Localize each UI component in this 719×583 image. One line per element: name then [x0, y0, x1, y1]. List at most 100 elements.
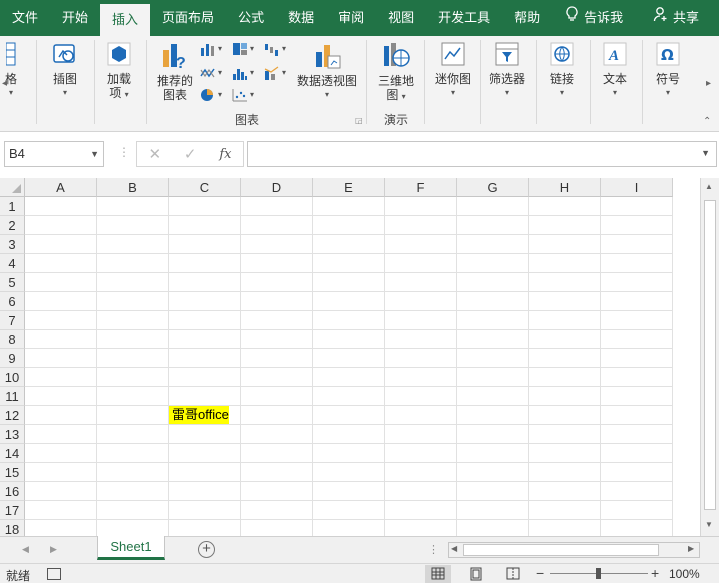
scroll-right-icon[interactable]: ▶: [688, 544, 694, 553]
tab-developer[interactable]: 开发工具: [426, 0, 502, 36]
tables-button[interactable]: 格 ▾: [0, 40, 22, 100]
cell-E18[interactable]: [313, 520, 385, 536]
cell-E16[interactable]: [313, 482, 385, 501]
cell-I1[interactable]: [601, 197, 673, 216]
cell-H10[interactable]: [529, 368, 601, 387]
cell-D1[interactable]: [241, 197, 313, 216]
pie-chart-icon[interactable]: [200, 88, 216, 102]
cell-C17[interactable]: [169, 501, 241, 520]
tab-home[interactable]: 开始: [50, 0, 100, 36]
cell-F7[interactable]: [385, 311, 457, 330]
row-header[interactable]: 11: [0, 387, 25, 406]
tab-page-layout[interactable]: 页面布局: [150, 0, 226, 36]
cell-A2[interactable]: [25, 216, 97, 235]
cell-A15[interactable]: [25, 463, 97, 482]
vertical-scrollbar[interactable]: ▲ ▼: [700, 178, 719, 536]
cell-A6[interactable]: [25, 292, 97, 311]
zoom-slider-thumb[interactable]: [596, 568, 601, 579]
row-header[interactable]: 1: [0, 197, 25, 216]
cell-B3[interactable]: [97, 235, 169, 254]
waterfall-chart-icon[interactable]: [264, 42, 280, 56]
cell-D13[interactable]: [241, 425, 313, 444]
column-header[interactable]: I: [601, 178, 673, 197]
cell-G7[interactable]: [457, 311, 529, 330]
cell-F3[interactable]: [385, 235, 457, 254]
column-header[interactable]: E: [313, 178, 385, 197]
cell-E2[interactable]: [313, 216, 385, 235]
cell-B14[interactable]: [97, 444, 169, 463]
cell-I4[interactable]: [601, 254, 673, 273]
cell-E11[interactable]: [313, 387, 385, 406]
cell-D11[interactable]: [241, 387, 313, 406]
cell-A12[interactable]: [25, 406, 97, 425]
cell-A17[interactable]: [25, 501, 97, 520]
row-header[interactable]: 17: [0, 501, 25, 520]
normal-view-button[interactable]: [425, 565, 451, 583]
cell-H11[interactable]: [529, 387, 601, 406]
row-header[interactable]: 8: [0, 330, 25, 349]
collapse-ribbon-icon[interactable]: ⌃: [703, 116, 711, 127]
cell-H9[interactable]: [529, 349, 601, 368]
line-chart-icon[interactable]: [200, 66, 216, 80]
cell-B1[interactable]: [97, 197, 169, 216]
column-header[interactable]: A: [25, 178, 97, 197]
cell-G2[interactable]: [457, 216, 529, 235]
cell-I9[interactable]: [601, 349, 673, 368]
sparklines-button[interactable]: 迷你图 ▾: [430, 40, 476, 100]
cell-B2[interactable]: [97, 216, 169, 235]
hierarchy-chart-icon[interactable]: [232, 42, 248, 56]
cell-H6[interactable]: [529, 292, 601, 311]
cell-I17[interactable]: [601, 501, 673, 520]
cell-I2[interactable]: [601, 216, 673, 235]
zoom-in-button[interactable]: +: [651, 565, 659, 581]
pivot-chart-button[interactable]: 数据透视图 ▾: [294, 40, 360, 102]
chevron-down-icon[interactable]: ▾: [218, 68, 222, 77]
worksheet-grid[interactable]: A B C D E F G H I 1 2 3 4 5 6 7 8 9 10 11 12 13 14 15 16 17 18 雷哥of…: [0, 178, 719, 536]
cell-B5[interactable]: [97, 273, 169, 292]
cell-A8[interactable]: [25, 330, 97, 349]
cell-E14[interactable]: [313, 444, 385, 463]
row-header[interactable]: 5: [0, 273, 25, 292]
cell-E5[interactable]: [313, 273, 385, 292]
ribbon-scroll-right-icon[interactable]: ▸: [706, 78, 711, 89]
column-chart-icon[interactable]: [200, 42, 216, 56]
cell-G5[interactable]: [457, 273, 529, 292]
chevron-down-icon[interactable]: ▼: [90, 142, 99, 166]
cell-A16[interactable]: [25, 482, 97, 501]
combo-chart-icon[interactable]: [264, 66, 280, 80]
cell-A5[interactable]: [25, 273, 97, 292]
cancel-icon[interactable]: ✕: [148, 145, 161, 163]
cell-G12[interactable]: [457, 406, 529, 425]
statistic-chart-icon[interactable]: [232, 66, 248, 80]
column-header[interactable]: D: [241, 178, 313, 197]
cell-G4[interactable]: [457, 254, 529, 273]
cell-H3[interactable]: [529, 235, 601, 254]
tab-review[interactable]: 审阅: [326, 0, 376, 36]
cell-E1[interactable]: [313, 197, 385, 216]
cell-D10[interactable]: [241, 368, 313, 387]
row-header[interactable]: 3: [0, 235, 25, 254]
cell-C16[interactable]: [169, 482, 241, 501]
cell-E13[interactable]: [313, 425, 385, 444]
cell-D4[interactable]: [241, 254, 313, 273]
row-header[interactable]: 18: [0, 520, 25, 536]
cell-G10[interactable]: [457, 368, 529, 387]
cell-C11[interactable]: [169, 387, 241, 406]
name-box[interactable]: B4 ▼: [4, 141, 104, 167]
cell-D5[interactable]: [241, 273, 313, 292]
vertical-scroll-thumb[interactable]: [704, 200, 716, 510]
cell-C13[interactable]: [169, 425, 241, 444]
cell-I12[interactable]: [601, 406, 673, 425]
horizontal-scrollbar[interactable]: ◀ ▶: [448, 542, 700, 558]
cell-D3[interactable]: [241, 235, 313, 254]
chevron-down-icon[interactable]: ▾: [250, 68, 254, 77]
cell-I10[interactable]: [601, 368, 673, 387]
cell-F17[interactable]: [385, 501, 457, 520]
cell-G9[interactable]: [457, 349, 529, 368]
cell-H16[interactable]: [529, 482, 601, 501]
cell-F18[interactable]: [385, 520, 457, 536]
cell-B8[interactable]: [97, 330, 169, 349]
cell-C9[interactable]: [169, 349, 241, 368]
cell-B10[interactable]: [97, 368, 169, 387]
row-header[interactable]: 2: [0, 216, 25, 235]
